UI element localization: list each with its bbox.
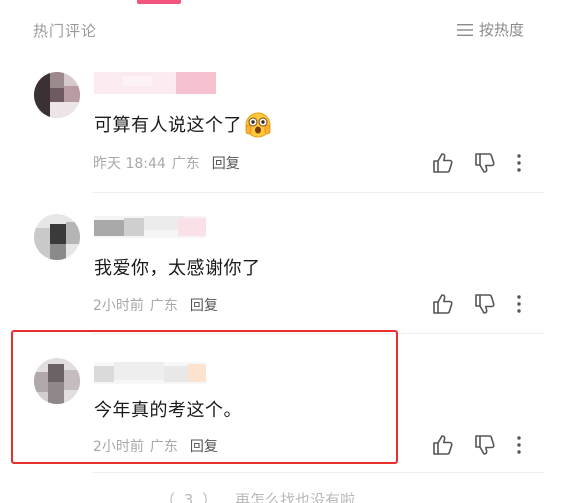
end-of-list-text: 再怎么找也没有啦 [235, 491, 356, 503]
comment-text: 可算有人说这个了 [94, 110, 272, 138]
thumbs-up-icon[interactable] [432, 152, 454, 174]
comment-meta: 昨天 18:44 广东 回复 [93, 153, 240, 173]
sort-label: 按热度 [479, 21, 525, 39]
comment-meta: 2小时前 广东 回复 [93, 295, 218, 315]
more-options-icon[interactable] [516, 434, 522, 456]
comment-location: 广东 [149, 298, 178, 314]
end-of-list-footer: （ 3 ） 再怎么找也没有啦 [160, 489, 355, 503]
more-options-icon[interactable] [516, 293, 522, 315]
thumbs-up-icon[interactable] [432, 434, 454, 456]
comment-text: 我爱你，太感谢你了 [94, 254, 261, 280]
highlight-annotation-box [11, 330, 398, 464]
thumbs-up-icon[interactable] [432, 293, 454, 315]
sort-by-hot-button[interactable]: 按热度 [457, 19, 524, 40]
username-blurred[interactable] [94, 216, 206, 238]
end-count-badge: （ 3 ） [160, 491, 220, 503]
comment-divider [93, 192, 544, 193]
username-blurred[interactable] [94, 72, 216, 94]
thumbs-down-icon[interactable] [474, 434, 496, 456]
comment-text-content: 我爱你，太感谢你了 [94, 258, 261, 279]
comment-time: 昨天 18:44 [93, 156, 166, 172]
section-title: 热门评论 [33, 22, 98, 40]
thumbs-down-icon[interactable] [474, 293, 496, 315]
avatar[interactable] [34, 72, 80, 118]
comments-page: 热门评论 按热度 可算有人说这个了 昨天 18:44 广东 回复 我爱你，太感谢… [0, 0, 568, 503]
sort-lines-icon [457, 23, 473, 36]
thumbs-down-icon[interactable] [474, 152, 496, 174]
comment-divider [93, 472, 544, 473]
comment-text-content: 可算有人说这个了 [94, 115, 242, 136]
comment-actions [432, 293, 522, 315]
astonished-face-icon [245, 112, 271, 138]
comment-time: 2小时前 [93, 298, 144, 314]
active-tab-indicator [137, 0, 181, 4]
comment-actions [432, 152, 522, 174]
avatar[interactable] [34, 214, 80, 260]
comment-location: 广东 [171, 156, 200, 172]
reply-button[interactable]: 回复 [212, 153, 240, 173]
comment-actions [432, 434, 522, 456]
reply-button[interactable]: 回复 [190, 295, 218, 315]
more-options-icon[interactable] [516, 152, 522, 174]
